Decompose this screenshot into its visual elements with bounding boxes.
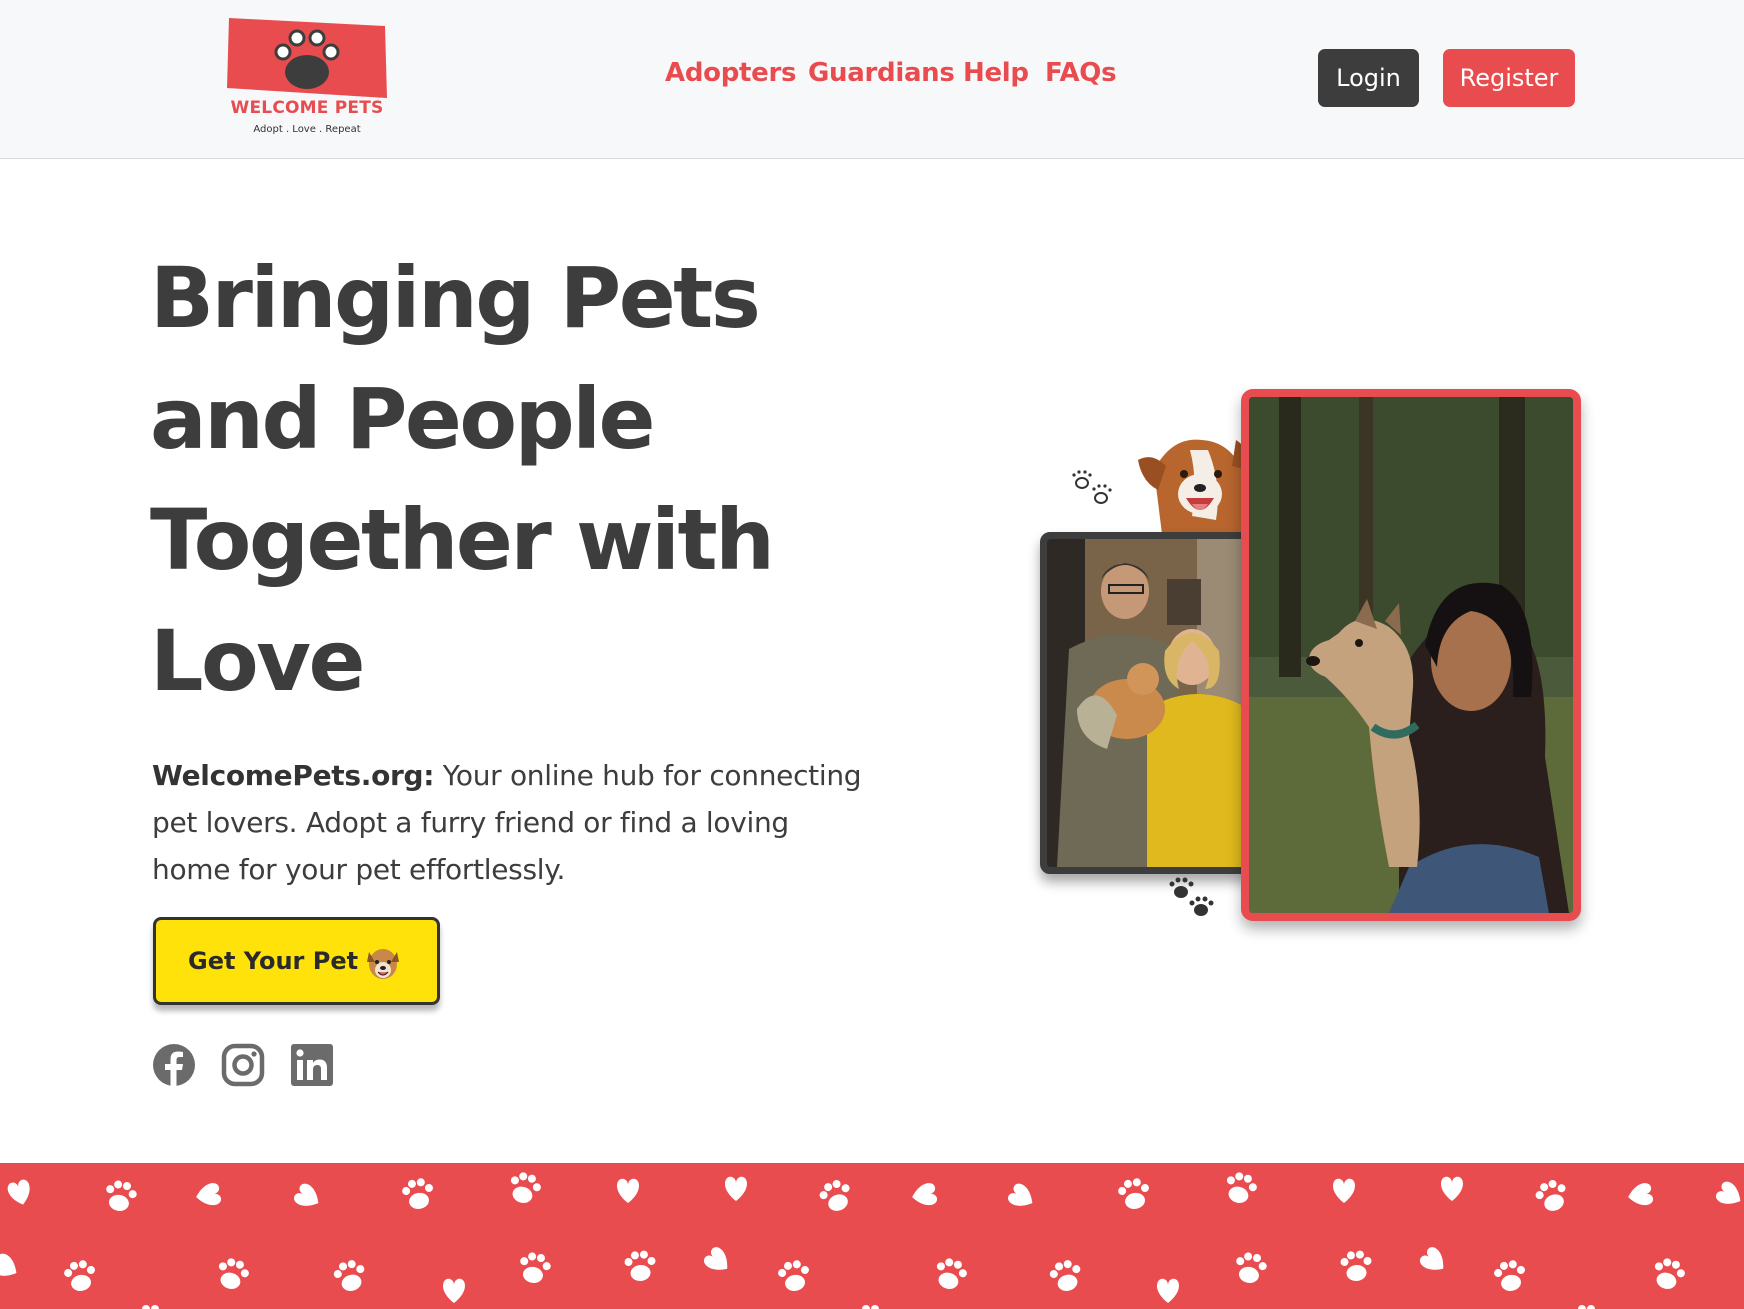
paw-prints-icon (1072, 470, 1112, 504)
paw-pattern-banner (0, 1163, 1744, 1309)
paw-icon (331, 1257, 370, 1295)
paw-icon (505, 1169, 544, 1207)
heart-icon (1417, 1244, 1451, 1278)
heart-icon (443, 1278, 465, 1303)
site-header: WELCOME PETS Adopt . Love . Repeat Adopt… (0, 0, 1744, 159)
nav-link-faqs[interactable]: FAQs (1045, 58, 1117, 88)
paw-icon (1649, 1255, 1688, 1293)
hero-description: WelcomePets.org: Your online hub for con… (152, 752, 872, 893)
heart-icon (725, 1176, 747, 1201)
paw-icon (816, 1176, 856, 1216)
brand-tagline: Adopt . Love . Repeat (253, 124, 361, 135)
paw-icon (1221, 1169, 1260, 1207)
paw-icon (776, 1258, 813, 1294)
paw-icon (623, 1249, 658, 1283)
paw-icon (1047, 1257, 1086, 1295)
brand-name: WELCOME PETS (230, 98, 384, 118)
paw-icon (1232, 1250, 1269, 1286)
woman-with-dog-photo (1241, 389, 1581, 921)
dog-icon (367, 949, 399, 979)
paw-icon (62, 1258, 99, 1294)
register-button[interactable]: Register (1443, 49, 1575, 107)
paw-heart-pattern (0, 1169, 1744, 1309)
nav-link-adopters[interactable]: Adopters (665, 58, 796, 88)
instagram-icon[interactable] (221, 1043, 265, 1087)
heart-icon (701, 1244, 735, 1278)
paw-icon (1492, 1258, 1529, 1294)
paw-icon (516, 1250, 553, 1286)
heart-icon (1005, 1181, 1038, 1213)
paw-icon (135, 1305, 166, 1309)
site-name: WelcomePets.org: (152, 759, 435, 792)
paw-icon (1116, 1176, 1153, 1212)
heart-icon (194, 1182, 222, 1208)
paw-icon (1532, 1176, 1572, 1216)
heart-icon (617, 1178, 639, 1203)
heart-icon (1713, 1179, 1744, 1211)
nav-link-help[interactable]: Help (963, 58, 1029, 88)
paw-icon (1571, 1305, 1602, 1309)
heart-icon (1441, 1176, 1463, 1201)
paw-prints-icon (1169, 877, 1214, 916)
paw-icon (400, 1176, 437, 1212)
paw-icon (213, 1255, 252, 1293)
brand-logo[interactable]: WELCOME PETS Adopt . Love . Repeat (225, 16, 389, 142)
paw-icon (1339, 1249, 1374, 1283)
paw-icon (102, 1178, 139, 1214)
heart-icon (6, 1178, 34, 1208)
heart-icon (1157, 1278, 1179, 1303)
heart-icon (1626, 1182, 1654, 1208)
hero-title: Bringing Pets and People Together with L… (150, 249, 775, 710)
linkedin-icon[interactable] (290, 1043, 334, 1087)
paw-icon (855, 1305, 886, 1309)
dog-peek-image (1138, 439, 1250, 534)
nav-link-guardians[interactable]: Guardians (808, 58, 955, 88)
login-button[interactable]: Login (1318, 49, 1419, 107)
couple-with-cat-photo (1040, 532, 1256, 874)
paw-icon (227, 18, 387, 98)
get-your-pet-button[interactable]: Get Your Pet (153, 917, 440, 1005)
heart-icon (910, 1182, 938, 1208)
heart-icon (291, 1181, 324, 1213)
heart-icon (0, 1251, 22, 1283)
cta-label: Get Your Pet (188, 947, 359, 975)
facebook-icon[interactable] (152, 1043, 196, 1087)
paw-icon (931, 1255, 970, 1293)
heart-icon (1333, 1178, 1355, 1203)
